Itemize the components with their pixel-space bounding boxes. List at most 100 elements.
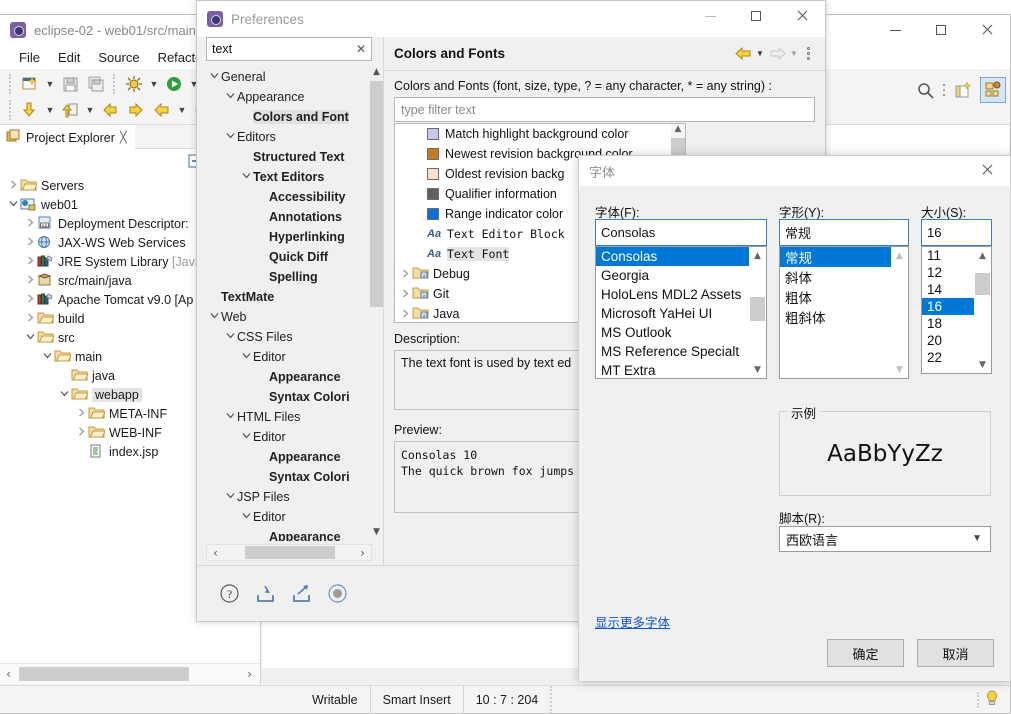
script-select[interactable]: 西欧语言 ▼ xyxy=(779,526,991,552)
preferences-tree-vscrollbar[interactable]: ▲ ▼ xyxy=(370,67,383,541)
menu-edit[interactable]: Edit xyxy=(49,48,89,67)
font-family-option[interactable]: HoloLens MDL2 Assets xyxy=(596,285,766,304)
prefs-tree-item-quick-diff[interactable]: Quick Diff xyxy=(206,247,372,267)
save-all-icon[interactable] xyxy=(84,72,108,96)
forward-arrow-icon[interactable] xyxy=(767,44,787,64)
show-more-fonts-link[interactable]: 显示更多字体 xyxy=(595,612,670,631)
menu-source[interactable]: Source xyxy=(89,48,148,67)
chevron-down-icon-5[interactable]: ▼ xyxy=(84,98,96,122)
chevron-down-icon[interactable] xyxy=(6,199,20,211)
minimize-icon[interactable] xyxy=(687,1,733,31)
prefs-tree-item-editor[interactable]: Editor xyxy=(206,507,372,527)
scroll-up-icon[interactable]: ▲ xyxy=(370,67,383,81)
scroll-right-icon[interactable]: › xyxy=(354,546,371,560)
font-family-input[interactable]: Consolas xyxy=(595,219,767,246)
chevron-right-icon[interactable] xyxy=(23,218,37,230)
font-style-input[interactable]: 常规 xyxy=(779,219,909,246)
debug-icon[interactable] xyxy=(122,72,146,96)
font-family-option[interactable]: Georgia xyxy=(596,266,766,285)
font-family-list-scrollbar[interactable]: ▲ ▼ xyxy=(749,247,766,378)
chevron-right-icon[interactable] xyxy=(399,267,412,281)
preferences-filter-input[interactable]: text xyxy=(207,42,351,56)
chevron-down-icon[interactable] xyxy=(208,311,221,323)
prefs-tree-item-annotations[interactable]: Annotations xyxy=(206,207,372,227)
help-icon[interactable]: ? xyxy=(217,582,241,606)
scroll-up-icon[interactable]: ▲ xyxy=(891,247,908,264)
close-icon[interactable] xyxy=(964,15,1010,45)
chevron-right-icon[interactable] xyxy=(6,180,20,192)
prefs-tree-item-editors[interactable]: Editors xyxy=(206,127,372,147)
close-icon[interactable] xyxy=(966,156,1010,186)
font-size-input[interactable]: 16 xyxy=(921,219,992,246)
chevron-down-icon[interactable] xyxy=(240,351,253,363)
chevron-down-icon-4[interactable]: ▼ xyxy=(44,98,56,122)
colors-and-fonts-filter-input[interactable]: type filter text xyxy=(394,97,815,122)
chevron-right-icon[interactable] xyxy=(74,427,88,439)
prefs-tree-item-syntax-colori[interactable]: Syntax Colori xyxy=(206,387,372,407)
chevron-down-icon-2[interactable]: ▼ xyxy=(148,72,160,96)
scrollbar-thumb[interactable] xyxy=(244,546,335,559)
maximize-icon[interactable] xyxy=(918,15,964,45)
step-into-icon[interactable] xyxy=(18,98,42,122)
step-over-icon[interactable] xyxy=(58,98,82,122)
chevron-down-icon-6[interactable]: ▼ xyxy=(176,98,188,122)
new-wizard-icon[interactable] xyxy=(18,72,42,96)
project-explorer-hscrollbar[interactable]: ‹ › xyxy=(0,663,260,684)
prefs-tree-item-jsp-files[interactable]: JSP Files xyxy=(206,487,372,507)
run-icon[interactable] xyxy=(162,72,186,96)
font-style-list-scrollbar[interactable]: ▲ ▼ xyxy=(891,247,908,378)
scroll-down-icon[interactable]: ▼ xyxy=(891,361,908,378)
minimize-icon[interactable] xyxy=(872,15,918,45)
prefs-tree-item-structured-text[interactable]: Structured Text xyxy=(206,147,372,167)
font-family-option[interactable]: Consolas xyxy=(596,247,766,266)
scroll-down-icon[interactable]: ▼ xyxy=(749,361,766,378)
preferences-tree-hscrollbar[interactable]: ‹ › xyxy=(206,544,372,561)
preferences-tree[interactable]: General Appearance Colors and Font Editors S… xyxy=(206,67,372,541)
prefs-tree-item-web[interactable]: Web xyxy=(206,307,372,327)
cancel-button[interactable]: 取消 xyxy=(917,639,994,667)
font-family-option[interactable]: Microsoft YaHei UI xyxy=(596,304,766,323)
scrollbar-thumb[interactable] xyxy=(975,273,990,295)
menu-file[interactable]: File xyxy=(10,48,49,67)
prefs-tree-item-editor[interactable]: Editor xyxy=(206,347,372,367)
chevron-down-icon[interactable] xyxy=(224,491,237,503)
chevron-right-icon[interactable] xyxy=(74,408,88,420)
chevron-down-icon[interactable] xyxy=(57,389,71,401)
scroll-left-icon[interactable]: ‹ xyxy=(207,546,224,560)
search-icon[interactable] xyxy=(912,77,938,103)
restore-defaults-icon[interactable] xyxy=(325,582,349,606)
prefs-tree-item-editor[interactable]: Editor xyxy=(206,427,372,447)
font-size-list-scrollbar[interactable]: ▲ ▼ xyxy=(974,247,991,373)
prefs-tree-item-html-files[interactable]: HTML Files xyxy=(206,407,372,427)
chevron-right-icon[interactable] xyxy=(23,256,37,268)
font-style-option[interactable]: 粗体 xyxy=(780,287,908,307)
light-bulb-icon[interactable] xyxy=(985,690,999,709)
scrollbar-thumb[interactable] xyxy=(750,297,765,321)
chevron-right-icon[interactable] xyxy=(399,287,412,301)
scroll-right-icon[interactable]: › xyxy=(241,667,258,681)
prefs-tree-item-hyperlinking[interactable]: Hyperlinking xyxy=(206,227,372,247)
prefs-tree-item-accessibility[interactable]: Accessibility xyxy=(206,187,372,207)
scrollbar-thumb[interactable] xyxy=(19,667,189,681)
close-icon[interactable] xyxy=(779,1,825,31)
view-menu-icon[interactable] xyxy=(801,47,815,60)
prefs-tree-item-css-files[interactable]: CSS Files xyxy=(206,327,372,347)
prefs-tree-item-text-editors[interactable]: Text Editors xyxy=(206,167,372,187)
java-ee-perspective-icon[interactable] xyxy=(980,77,1006,103)
tab-project-explorer[interactable]: Project Explorer ╳ xyxy=(0,124,135,149)
prefs-tree-item-appearance[interactable]: Appearance xyxy=(206,367,372,387)
font-family-option[interactable]: MT Extra xyxy=(596,361,766,378)
export-icon[interactable] xyxy=(289,582,313,606)
chevron-down-icon[interactable]: ▼ xyxy=(972,533,982,544)
scroll-down-icon[interactable]: ▼ xyxy=(974,356,991,373)
forward-nav-icon[interactable] xyxy=(124,98,148,122)
prefs-tree-item-textmate[interactable]: TextMate xyxy=(206,287,372,307)
scrollbar-thumb[interactable] xyxy=(370,81,383,307)
scroll-up-icon[interactable]: ▲ xyxy=(671,124,685,138)
chevron-down-icon[interactable] xyxy=(224,131,237,143)
chevron-down-icon[interactable] xyxy=(240,171,253,183)
scroll-up-icon[interactable]: ▲ xyxy=(749,247,766,264)
chevron-down-icon[interactable] xyxy=(23,332,37,344)
scroll-left-icon[interactable]: ‹ xyxy=(0,667,17,681)
font-family-list[interactable]: Consolas Georgia HoloLens MDL2 Assets Micro… xyxy=(595,246,767,379)
